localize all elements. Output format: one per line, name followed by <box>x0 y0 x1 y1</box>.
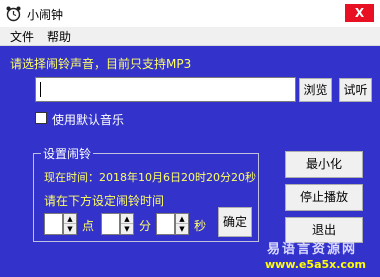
hour-unit-label: 点 <box>82 219 95 233</box>
title-bar: 小闹钟 X <box>0 0 380 27</box>
caret-up-icon[interactable]: ▲ <box>176 214 188 224</box>
browse-button-label: 浏览 <box>303 83 328 97</box>
sound-path-input[interactable] <box>35 77 296 102</box>
close-icon: X <box>354 6 365 20</box>
text-caret <box>40 82 41 97</box>
second-spin-buttons[interactable]: ▲ ▼ <box>175 213 189 235</box>
caret-up-icon[interactable]: ▲ <box>64 214 76 224</box>
watermark-site-url: www.e5a5x.com <box>265 258 366 271</box>
sound-prompt-text: 请选择闹铃声音，目前只支持MP3 <box>10 57 192 71</box>
confirm-button[interactable]: 确定 <box>218 207 252 237</box>
minimize-button-label: 最小化 <box>305 157 342 171</box>
set-time-instruction: 请在下方设定闹铃时间 <box>44 194 165 208</box>
caret-down-icon[interactable]: ▼ <box>176 224 188 234</box>
listen-button[interactable]: 试听 <box>339 78 372 102</box>
menu-bar: 文件 帮助 <box>0 27 380 46</box>
default-music-checkbox[interactable] <box>35 112 47 124</box>
minimize-button[interactable]: 最小化 <box>285 151 363 178</box>
alarm-clock-icon <box>6 6 21 22</box>
minute-unit-label: 分 <box>139 219 152 233</box>
hour-stepper[interactable]: ▲ ▼ <box>44 213 77 235</box>
second-field[interactable] <box>156 213 175 235</box>
close-button[interactable]: X <box>345 4 374 22</box>
current-time-text: 现在时间：2018年10月6日20时20分20秒 <box>44 171 256 184</box>
hour-spin-buttons[interactable]: ▲ ▼ <box>63 213 77 235</box>
browse-button[interactable]: 浏览 <box>299 78 332 102</box>
default-music-label: 使用默认音乐 <box>52 113 125 127</box>
minute-spin-buttons[interactable]: ▲ ▼ <box>120 213 134 235</box>
stop-playback-button[interactable]: 停止播放 <box>285 184 363 211</box>
hour-field[interactable] <box>44 213 63 235</box>
minute-stepper[interactable]: ▲ ▼ <box>101 213 134 235</box>
second-stepper[interactable]: ▲ ▼ <box>156 213 189 235</box>
caret-down-icon[interactable]: ▼ <box>64 224 76 234</box>
minute-field[interactable] <box>101 213 120 235</box>
second-unit-label: 秒 <box>194 219 207 233</box>
window-title: 小闹钟 <box>27 8 64 22</box>
stop-playback-button-label: 停止播放 <box>299 190 348 204</box>
caret-down-icon[interactable]: ▼ <box>121 224 133 234</box>
listen-button-label: 试听 <box>343 83 368 97</box>
confirm-button-label: 确定 <box>222 215 247 229</box>
watermark-site-name: 易语言资源网 <box>267 242 358 257</box>
menu-help[interactable]: 帮助 <box>45 28 73 45</box>
menu-file[interactable]: 文件 <box>8 28 36 45</box>
alarm-settings-title: 设置闹铃 <box>41 145 94 162</box>
caret-up-icon[interactable]: ▲ <box>121 214 133 224</box>
